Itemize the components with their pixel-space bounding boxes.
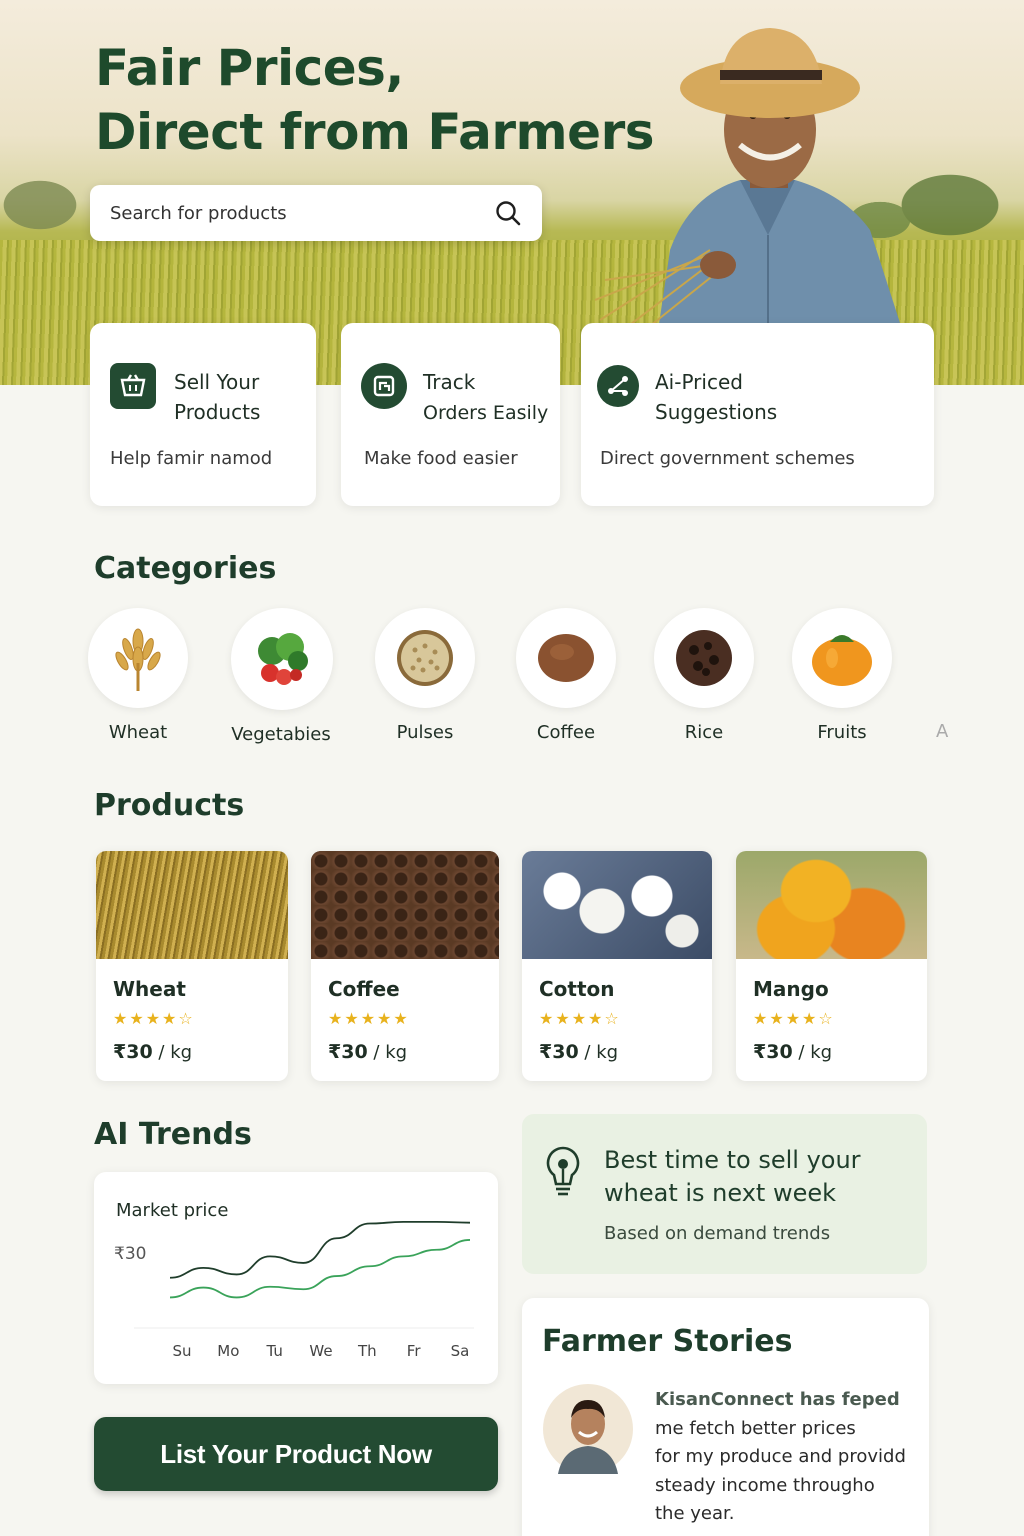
product-price: ₹30 / kg [753,1041,833,1063]
product-card-coffee[interactable]: Coffee ★★★★★ ₹30 / kg [311,851,499,1081]
avatar [543,1384,633,1474]
line-chart: Su Mo Tu We Th Fr Sa [134,1220,474,1360]
product-rating: ★★★★☆ [539,1009,621,1028]
category-label: Vegetabies [231,724,331,745]
search-icon[interactable] [494,199,522,227]
product-rating: ★★★★☆ [753,1009,835,1028]
category-label: Coffee [536,722,596,743]
feature-desc: Direct government schemes [600,448,855,469]
product-name: Mango [753,977,829,1001]
product-name: Wheat [113,977,186,1001]
product-name: Coffee [328,977,400,1001]
x-tick-label: Mo [217,1342,239,1360]
feature-card-ai[interactable]: Ai-Priced Suggestions Direct government s… [581,323,934,506]
feature-card-sell[interactable]: Sell Your Products Help famir namod [90,323,316,506]
feature-title: Sell Your Products [174,370,261,424]
wheat-icon [115,628,161,691]
product-card-mango[interactable]: Mango ★★★★☆ ₹30 / kg [736,851,927,1081]
ai-trends-title: AI Trends [94,1117,252,1152]
lightbulb-icon [546,1146,580,1196]
category-more[interactable]: A [936,721,948,742]
x-tick-label: Fr [407,1342,422,1360]
x-tick-label: Th [357,1342,377,1360]
category-coffee[interactable]: Coffee [516,608,616,743]
sell-tip-card: Best time to sell your wheat is next week… [522,1114,927,1274]
hero-title-line1: Fair Prices, [95,39,404,97]
category-label: Wheat [108,722,168,743]
feature-desc: Make food easier [364,448,518,469]
search-bar[interactable]: Search for products [90,185,542,241]
basket-icon [110,363,156,409]
product-card-wheat[interactable]: Wheat ★★★★☆ ₹30 / kg [96,851,288,1081]
category-label: Rice [684,722,724,743]
feature-card-track[interactable]: Track Orders Easily Make food easier [341,323,560,506]
category-fruits[interactable]: Fruits [792,608,892,743]
vegetables-icon [258,633,308,685]
category-wheat[interactable]: Wheat [88,608,188,743]
product-image [522,851,712,959]
product-name: Cotton [539,977,615,1001]
feature-title: Ai-Priced Suggestions [655,370,778,424]
hero-title-line2: Direct from Farmers [95,103,654,161]
product-price: ₹30 / kg [539,1041,619,1063]
list-product-button[interactable]: List Your Product Now [94,1417,498,1491]
fruits-icon [812,635,872,686]
category-label: Pulses [396,722,454,743]
product-image [96,851,288,959]
products-title: Products [94,788,245,823]
feature-title: Track Orders Easily [423,370,549,424]
product-rating: ★★★★☆ [113,1009,195,1028]
category-rice[interactable]: Rice [654,608,754,743]
hero-title: Fair Prices, Direct from Farmers [95,36,654,164]
tip-subtitle: Based on demand trends [604,1223,831,1244]
tip-title: Best time to sell your wheat is next week [604,1146,861,1207]
x-tick-label: Tu [265,1342,282,1360]
tracking-icon [361,363,407,409]
rice-icon [676,630,732,686]
x-tick-label: Sa [451,1342,470,1360]
market-price-chart: Market price ₹30 Su Mo Tu We Th Fr Sa [94,1172,498,1384]
series-line-0 [169,1220,471,1279]
product-card-cotton[interactable]: Cotton ★★★★☆ ₹30 / kg [522,851,712,1081]
farmer-stories-card[interactable]: Farmer Stories KisanConnect has feped me… [522,1298,929,1536]
category-vegetables[interactable]: Vegetabies [231,608,333,745]
search-input[interactable]: Search for products [110,203,494,224]
feature-desc: Help famir namod [110,448,273,469]
product-price: ₹30 / kg [113,1041,193,1063]
product-rating: ★★★★★ [328,1009,410,1028]
story-quote: KisanConnect has feped me fetch better p… [655,1389,906,1524]
ai-network-icon [597,365,639,407]
x-tick-label: We [309,1342,332,1360]
pulses-icon [397,630,453,686]
stories-title: Farmer Stories [542,1324,793,1359]
product-image [736,851,927,959]
category-pulses[interactable]: Pulses [375,608,475,743]
coffee-icon [538,634,594,682]
x-tick-label: Su [172,1342,191,1360]
category-label: Fruits [817,722,867,743]
product-image [311,851,499,959]
product-price: ₹30 / kg [328,1041,408,1063]
categories-title: Categories [94,551,277,586]
